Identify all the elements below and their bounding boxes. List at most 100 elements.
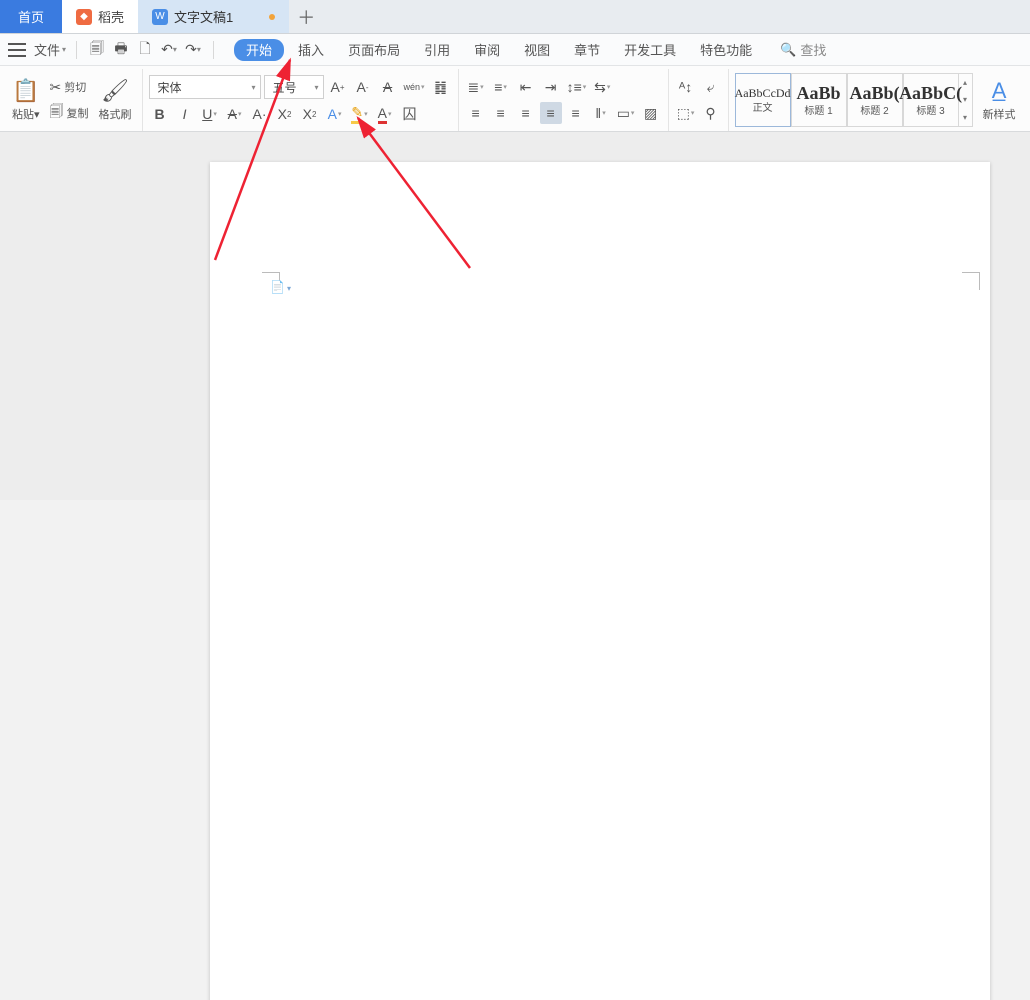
- ribbon-group-styles: AaBbCcDd 正文 AaBb 标题 1 AaBb( 标题 2 AaBbC( …: [728, 69, 1026, 131]
- new-style-label: 新样式: [983, 106, 1016, 122]
- new-style-button[interactable]: A̲ 新样式: [979, 78, 1020, 122]
- style-gallery: AaBbCcDd 正文 AaBb 标题 1 AaBb( 标题 2 AaBbC( …: [735, 73, 973, 127]
- italic-label: I: [183, 106, 187, 122]
- scroll-up-icon[interactable]: ▴: [959, 74, 972, 91]
- style-preview: AaBbC(: [899, 84, 962, 102]
- ribbon-tab-special[interactable]: 特色功能: [690, 40, 762, 59]
- align-right-button[interactable]: ≡: [515, 102, 537, 124]
- line-spacing-button[interactable]: ↕≡▾: [565, 76, 589, 98]
- char-border-button[interactable]: 囚: [399, 103, 421, 125]
- style-heading3[interactable]: AaBbC( 标题 3: [903, 73, 959, 127]
- align-distribute-button[interactable]: ≡: [565, 102, 587, 124]
- style-gallery-more[interactable]: ▴ ▾ ▾: [959, 73, 973, 127]
- style-normal[interactable]: AaBbCcDd 正文: [735, 73, 791, 127]
- subscript-button[interactable]: X2: [299, 103, 321, 125]
- document-page[interactable]: 📄▾: [210, 162, 990, 1000]
- font-size-select[interactable]: 五号▾: [264, 75, 324, 99]
- undo-icon[interactable]: ↶▾: [159, 40, 179, 60]
- copy-button[interactable]: 🗐复制: [48, 102, 91, 124]
- expand-styles-icon[interactable]: ▾: [959, 109, 972, 126]
- ribbon-tab-devtools[interactable]: 开发工具: [614, 40, 686, 59]
- align-left-button[interactable]: ≡: [465, 102, 487, 124]
- numbering-button[interactable]: ≡▾: [490, 76, 512, 98]
- style-label: 正文: [753, 99, 773, 114]
- superscript-button[interactable]: X2: [274, 103, 296, 125]
- search-placeholder: 查找: [800, 40, 826, 59]
- increase-indent-button[interactable]: ⇥: [540, 76, 562, 98]
- ribbon-group-clipboard: 📋 粘贴▾ ✂剪切 🗐复制 🖌 格式刷: [2, 69, 142, 131]
- ribbon-group-paragraph: ≣▾ ≡▾ ⇤ ⇥ ↕≡▾ ⇆▾ ≡ ≡ ≡ ≡ ≡ ‖▾ ▭▾ ▨: [458, 69, 668, 131]
- text-effects-button[interactable]: A▾: [324, 103, 346, 125]
- align-justify-button[interactable]: ≡: [540, 102, 562, 124]
- ribbon-tab-view[interactable]: 视图: [514, 40, 560, 59]
- text-wrap-button[interactable]: ⤶: [700, 76, 722, 98]
- search-icon: 🔍: [780, 42, 796, 58]
- ribbon-tab-start[interactable]: 开始: [234, 39, 284, 61]
- tab-docker[interactable]: ◆ 稻壳: [62, 0, 138, 33]
- file-menu[interactable]: 文件 ▾: [34, 40, 66, 59]
- ribbon-tab-layout[interactable]: 页面布局: [338, 40, 410, 59]
- shrink-font-button[interactable]: A-: [352, 76, 374, 98]
- clear-format-button[interactable]: A: [377, 76, 399, 98]
- font-color-button[interactable]: A▾: [374, 103, 396, 125]
- format-painter-label: 格式刷: [99, 106, 132, 122]
- font-family-select[interactable]: 宋体▾: [149, 75, 261, 99]
- separator: [76, 41, 77, 59]
- italic-button[interactable]: I: [174, 103, 196, 125]
- change-case-button[interactable]: ䷜: [430, 76, 452, 98]
- select-button[interactable]: ⬚▾: [675, 102, 697, 124]
- strikethrough-button[interactable]: A▾: [224, 103, 246, 125]
- document-stage: 📄▾: [0, 132, 1030, 500]
- bold-button[interactable]: B: [149, 103, 171, 125]
- file-menu-label: 文件: [34, 40, 60, 59]
- tab-stop-button[interactable]: ⇆▾: [591, 76, 613, 98]
- redo-icon[interactable]: ↷▾: [183, 40, 203, 60]
- text-direction-button[interactable]: ᴬ↕: [675, 76, 697, 98]
- align-center-button[interactable]: ≡: [490, 102, 512, 124]
- tab-home[interactable]: 首页: [0, 0, 62, 33]
- new-tab-button[interactable]: ＋: [289, 0, 323, 33]
- margin-corner-tr-icon: [962, 272, 980, 290]
- phonetic-guide-button[interactable]: wén▾: [402, 76, 427, 98]
- hamburger-icon[interactable]: [8, 43, 26, 57]
- cut-button[interactable]: ✂剪切: [48, 76, 89, 98]
- find-replace-button[interactable]: ⚲: [700, 102, 722, 124]
- copy-label: 复制: [67, 105, 89, 121]
- style-heading1[interactable]: AaBb 标题 1: [791, 73, 847, 127]
- print-icon[interactable]: 🖶: [111, 40, 131, 60]
- style-label: 标题 3: [916, 102, 944, 117]
- highlight-color-button[interactable]: ✎▾: [349, 103, 371, 125]
- save-icon[interactable]: 🗐: [87, 40, 107, 60]
- paste-button[interactable]: 📋 粘贴▾: [8, 78, 44, 122]
- tab-document[interactable]: W 文字文稿1: [138, 0, 289, 33]
- style-heading2[interactable]: AaBb( 标题 2: [847, 73, 903, 127]
- style-preview: AaBb(: [850, 84, 900, 102]
- print-preview-icon[interactable]: 🗋: [135, 40, 155, 60]
- ribbon-tab-insert[interactable]: 插入: [288, 40, 334, 59]
- underline-button[interactable]: U▾: [199, 103, 221, 125]
- ribbon-tab-section[interactable]: 章节: [564, 40, 610, 59]
- line-height-button[interactable]: ‖▾: [590, 102, 612, 124]
- para-border-button[interactable]: ▭▾: [615, 102, 637, 124]
- bold-label: B: [154, 106, 164, 122]
- unsaved-dot-icon: [269, 14, 275, 20]
- header-footer-toggle[interactable]: 📄▾: [270, 280, 291, 294]
- para-shading-button[interactable]: ▨: [640, 102, 662, 124]
- decrease-indent-button[interactable]: ⇤: [515, 76, 537, 98]
- scroll-down-icon[interactable]: ▾: [959, 91, 972, 108]
- page-icon: 📄: [270, 280, 285, 294]
- ribbon-tab-review[interactable]: 审阅: [464, 40, 510, 59]
- underline-label: U: [202, 106, 212, 122]
- flame-icon: ◆: [76, 9, 92, 25]
- tab-bar: 首页 ◆ 稻壳 W 文字文稿1 ＋: [0, 0, 1030, 34]
- word-doc-icon: W: [152, 9, 168, 25]
- ribbon-tab-references[interactable]: 引用: [414, 40, 460, 59]
- format-painter-button[interactable]: 🖌 格式刷: [95, 78, 136, 122]
- emphasis-mark-button[interactable]: A·: [249, 103, 271, 125]
- grow-font-button[interactable]: A+: [327, 76, 349, 98]
- bullets-button[interactable]: ≣▾: [465, 76, 487, 98]
- ribbon-group-textdir: ᴬ↕ ⤶ ⬚▾ ⚲: [668, 69, 728, 131]
- new-style-icon: A̲: [992, 78, 1007, 104]
- format-painter-icon: 🖌: [101, 78, 129, 104]
- search-box[interactable]: 🔍 查找: [780, 40, 826, 59]
